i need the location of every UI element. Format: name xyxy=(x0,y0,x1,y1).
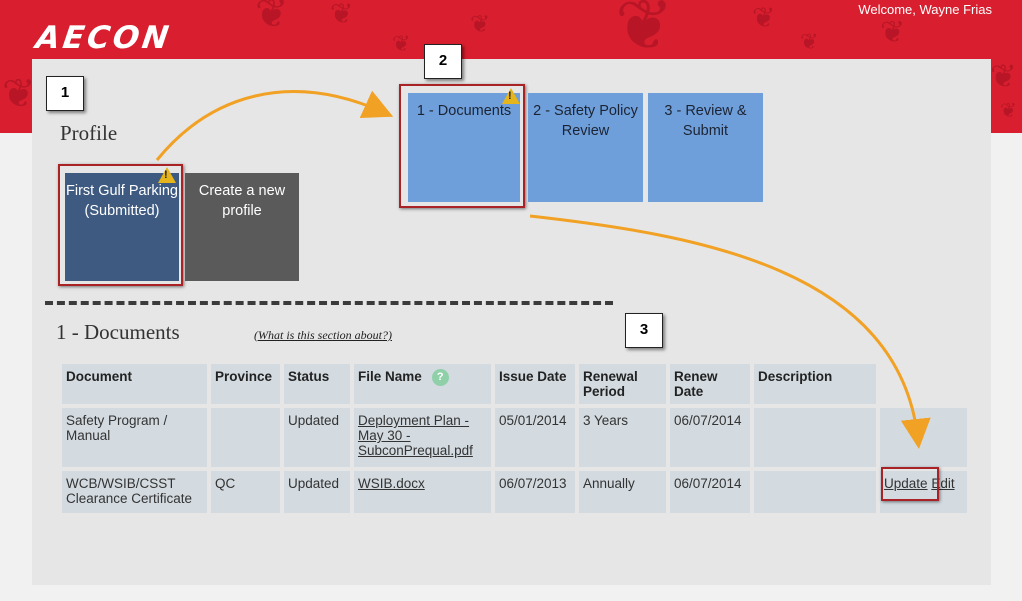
maple-leaf-icon: ❦ xyxy=(752,1,776,34)
cell-renew-date: 06/07/2014 xyxy=(670,408,750,467)
column-header-renewal-period: Renewal Period xyxy=(579,364,666,404)
cell-status: Updated xyxy=(284,471,350,513)
callout-1: 1 xyxy=(46,76,84,111)
callout-2: 2 xyxy=(424,44,462,79)
column-header-document: Document xyxy=(62,364,207,404)
column-header-description: Description xyxy=(754,364,876,404)
column-header-status: Status xyxy=(284,364,350,404)
cell-renew-date: 06/07/2014 xyxy=(670,471,750,513)
cell-issue-date: 06/07/2013 xyxy=(495,471,575,513)
column-header-actions xyxy=(880,364,967,404)
step-tile-label: 2 - Safety Policy Review xyxy=(533,103,638,139)
cell-file-name: WSIB.docx xyxy=(354,471,491,513)
cell-description xyxy=(754,471,876,513)
cell-renewal-period: Annually xyxy=(579,471,666,513)
cell-province: QC xyxy=(211,471,280,513)
column-header-file-name: File Name? xyxy=(354,364,491,404)
file-link[interactable]: WSIB.docx xyxy=(358,476,425,491)
maple-leaf-icon: ❦ xyxy=(615,0,674,66)
column-header-province: Province xyxy=(211,364,280,404)
help-icon[interactable]: ? xyxy=(431,369,449,386)
aecon-logo: AECON xyxy=(33,20,174,56)
profile-heading: Profile xyxy=(60,121,118,145)
step-tile-label: 3 - Review & Submit xyxy=(664,103,747,139)
maple-leaf-icon: ❦ xyxy=(330,0,354,30)
documents-table: Document Province Status File Name? Issu… xyxy=(58,360,971,517)
table-header-row: Document Province Status File Name? Issu… xyxy=(62,364,967,404)
create-new-profile-tile[interactable]: Create a new profile xyxy=(185,173,299,281)
cell-document: Safety Program / Manual xyxy=(62,408,207,467)
cell-actions xyxy=(880,408,967,467)
cell-file-name: Deployment Plan - May 30 - SubconPrequal… xyxy=(354,408,491,467)
cell-description xyxy=(754,408,876,467)
cell-renewal-period: 3 Years xyxy=(579,408,666,467)
callout-3: 3 xyxy=(625,313,663,348)
section-divider xyxy=(45,301,613,305)
file-link[interactable]: Deployment Plan - May 30 - SubconPrequal… xyxy=(358,413,473,458)
column-header-renew-date: Renew Date xyxy=(670,364,750,404)
cell-status: Updated xyxy=(284,408,350,467)
maple-leaf-icon: ❦ xyxy=(470,10,491,38)
cell-issue-date: 05/01/2014 xyxy=(495,408,575,467)
update-link-highlight xyxy=(881,467,939,501)
maple-leaf-icon: ❦ xyxy=(990,57,1017,95)
step-tile-highlight xyxy=(399,84,525,208)
profile-tile-highlight xyxy=(58,164,183,286)
documents-heading: 1 - Documents xyxy=(56,320,180,344)
cell-document: WCB/WSIB/CSST Clearance Certificate xyxy=(62,471,207,513)
welcome-message: Welcome, Wayne Frias xyxy=(858,2,992,17)
step-tile-safety-policy-review[interactable]: 2 - Safety Policy Review xyxy=(528,93,643,202)
maple-leaf-icon: ❦ xyxy=(255,0,289,37)
table-row: WCB/WSIB/CSST Clearance Certificate QC U… xyxy=(62,471,967,513)
cell-province xyxy=(211,408,280,467)
maple-leaf-icon: ❦ xyxy=(880,15,906,50)
maple-leaf-icon: ❦ xyxy=(800,30,819,55)
create-new-profile-label: Create a new profile xyxy=(198,183,286,219)
maple-leaf-icon: ❦ xyxy=(392,32,411,57)
column-header-issue-date: Issue Date xyxy=(495,364,575,404)
maple-leaf-icon: ❦ xyxy=(2,71,36,117)
maple-leaf-icon: ❦ xyxy=(1000,98,1017,122)
step-tile-review-submit[interactable]: 3 - Review & Submit xyxy=(648,93,763,202)
section-help-link[interactable]: (What is this section about?) xyxy=(254,328,392,343)
file-name-header-label: File Name xyxy=(358,369,422,385)
table-row: Safety Program / Manual Updated Deployme… xyxy=(62,408,967,467)
